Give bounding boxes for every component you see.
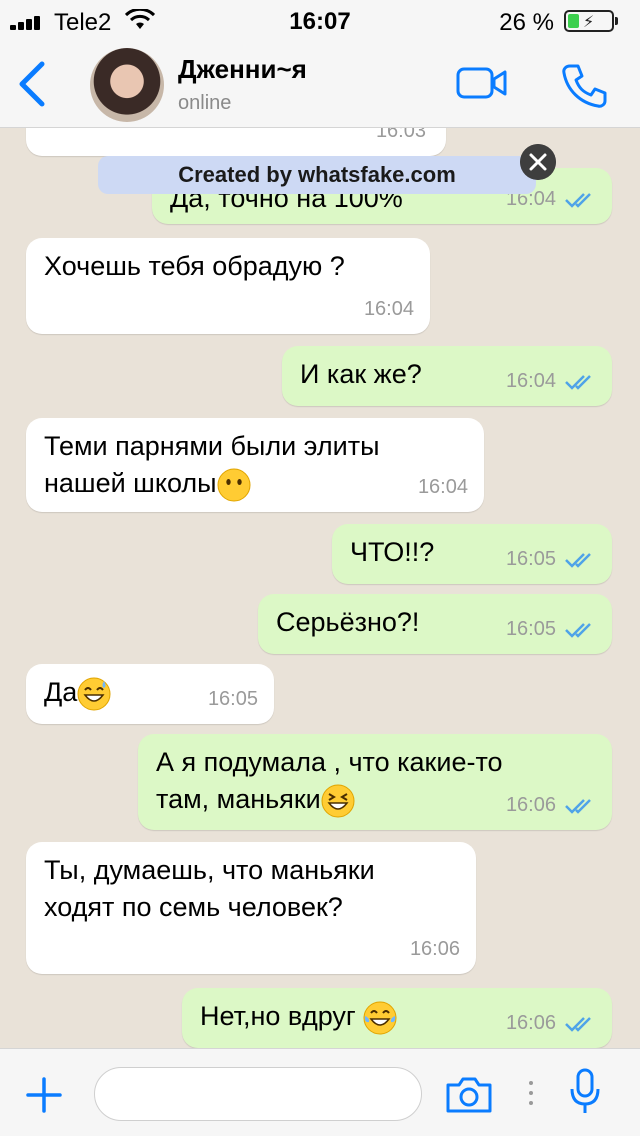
read-ticks-icon: [565, 192, 591, 208]
status-bar: Tele2 16:07 26 % ⚡: [0, 0, 640, 40]
grinning-sweat-emoji-icon: [77, 677, 111, 711]
read-ticks-icon: [565, 1016, 591, 1032]
message-meta: 16:06: [506, 787, 598, 824]
message-meta: 16:06: [506, 1005, 598, 1042]
message-incoming[interactable]: Теми парнями были элиты нашей школы 16:0…: [26, 418, 484, 512]
message-time: 16:06: [505, 794, 556, 816]
message-outgoing[interactable]: И как же? 16:04: [282, 346, 612, 406]
message-time: 16:06: [505, 1012, 556, 1034]
voice-call-button[interactable]: [560, 62, 608, 110]
read-ticks-icon: [565, 552, 591, 568]
message-incoming[interactable]: Хочешь тебя обрадую ? 16:04: [26, 238, 430, 334]
watermark-banner: Created by whatsfake.com: [98, 156, 536, 194]
message-text: Теми парнями были элиты нашей школы: [44, 428, 466, 502]
tears-of-joy-emoji-icon: [363, 1001, 397, 1035]
message-time: 16:03: [375, 128, 426, 142]
message-time: 16:04: [417, 476, 468, 498]
microphone-icon[interactable]: [568, 1067, 602, 1117]
chat-header: Дженни~я online: [0, 40, 640, 128]
laughing-squint-emoji-icon: [321, 784, 355, 818]
contact-status: online: [178, 92, 232, 114]
message-outgoing[interactable]: Нет,но вдруг 16:06: [182, 988, 612, 1048]
video-call-button[interactable]: [456, 66, 508, 100]
plus-icon[interactable]: [24, 1075, 64, 1115]
charging-bolt-icon: ⚡: [583, 14, 595, 31]
message-time: 16:05: [207, 688, 258, 710]
camera-icon[interactable]: [444, 1075, 494, 1115]
message-incoming[interactable]: Да 16:05: [26, 664, 274, 724]
battery-percent: 26 %: [499, 9, 554, 36]
back-button[interactable]: [14, 60, 50, 108]
message-input[interactable]: [94, 1067, 422, 1121]
message-text-body: Нет,но вдруг: [200, 1001, 364, 1031]
message-outgoing[interactable]: А я подумала , что какие-то там, маньяки…: [138, 734, 612, 830]
contact-name[interactable]: Дженни~я: [178, 54, 307, 85]
hushed-face-emoji-icon: [217, 468, 251, 502]
more-dots-icon: [529, 1081, 533, 1105]
message-meta: 16:05: [506, 611, 598, 648]
message-text-body: Теми парнями были элиты нашей школы: [44, 431, 380, 498]
message-list[interactable]: 16:03 Да, точно на 100% 16:04 Created by…: [0, 128, 640, 1048]
message-time: 16:04: [505, 370, 556, 392]
message-outgoing[interactable]: ЧТО!!? 16:05: [332, 524, 612, 584]
read-ticks-icon: [565, 622, 591, 638]
message-time: 16:05: [505, 548, 556, 570]
message-time: 16:06: [409, 938, 460, 960]
composer-bar: [0, 1048, 640, 1136]
read-ticks-icon: [565, 374, 591, 390]
read-ticks-icon: [565, 798, 591, 814]
contact-avatar[interactable]: [90, 48, 164, 122]
message-incoming[interactable]: 16:03: [26, 128, 446, 156]
message-text-body: Да: [44, 677, 78, 707]
message-text: Хочешь тебя обрадую ?: [44, 251, 345, 281]
close-icon[interactable]: [520, 144, 556, 180]
message-time: 16:05: [505, 618, 556, 640]
message-outgoing[interactable]: Серьёзно?! 16:05: [258, 594, 612, 654]
message-text: Ты, думаешь, что маньяки ходят по семь ч…: [44, 855, 375, 922]
message-meta: 16:05: [506, 541, 598, 578]
message-incoming[interactable]: Ты, думаешь, что маньяки ходят по семь ч…: [26, 842, 476, 974]
message-meta: 16:04: [506, 363, 598, 400]
battery-icon: ⚡: [564, 10, 618, 32]
battery-fill: [568, 14, 579, 28]
message-time: 16:04: [363, 298, 414, 320]
